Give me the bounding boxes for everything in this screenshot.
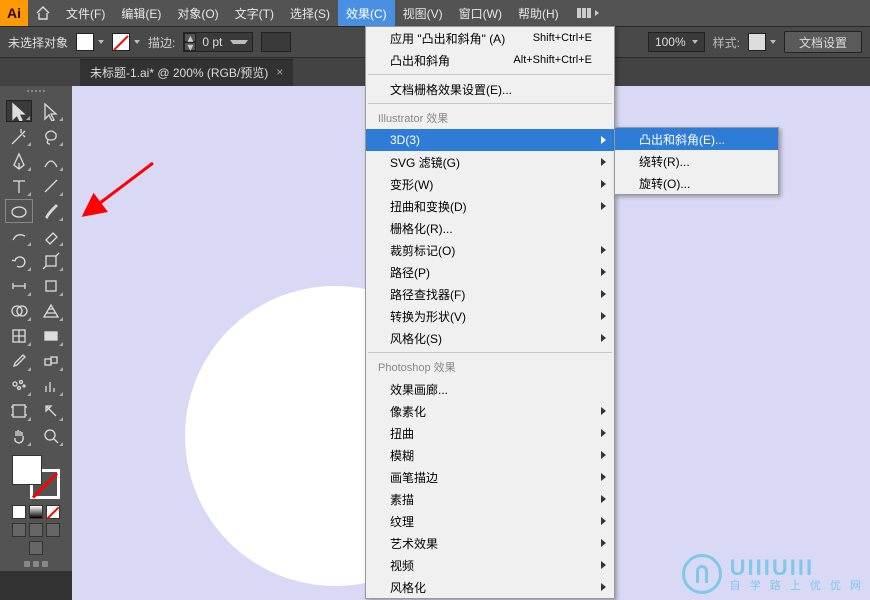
tool-panel <box>0 86 72 571</box>
free-transform-tool[interactable] <box>38 275 64 297</box>
artboard-tool[interactable] <box>6 400 32 422</box>
menu-item[interactable]: 模糊 <box>366 444 614 466</box>
menu-item[interactable]: 路径查找器(F) <box>366 283 614 305</box>
menu-item[interactable]: 画笔描边 <box>366 466 614 488</box>
menubar-item[interactable]: 窗口(W) <box>451 0 510 26</box>
menubar-item[interactable]: 效果(C) <box>338 0 395 26</box>
draw-inside-icon[interactable] <box>46 523 60 537</box>
stroke-label: 描边: <box>148 34 175 51</box>
ellipse-tool[interactable] <box>6 200 32 222</box>
menu-item[interactable]: 风格化 <box>366 576 614 598</box>
menu-item[interactable]: 纹理 <box>366 510 614 532</box>
eyedropper-tool[interactable] <box>6 350 32 372</box>
menu-item[interactable]: 风格化(S) <box>366 327 614 349</box>
menu-item[interactable]: 凸出和斜角(E)... <box>615 128 778 150</box>
zoom-input[interactable]: 100% <box>648 32 705 52</box>
home-icon[interactable] <box>28 0 58 26</box>
menu-item[interactable]: 视频 <box>366 554 614 576</box>
menu-item[interactable]: 素描 <box>366 488 614 510</box>
selection-tool[interactable] <box>6 100 32 122</box>
stroke-profile[interactable] <box>261 32 291 52</box>
gradient-tool[interactable] <box>38 325 64 347</box>
menu-item[interactable]: SVG 滤镜(G) <box>366 151 614 173</box>
menu-header-photoshop: Photoshop 效果 <box>366 356 614 378</box>
3d-submenu: 凸出和斜角(E)...绕转(R)...旋转(O)... <box>614 127 779 195</box>
shape-builder-tool[interactable] <box>6 300 32 322</box>
effects-menu: 应用 "凸出和斜角" (A)Shift+Ctrl+E凸出和斜角Alt+Shift… <box>365 26 615 599</box>
menubar-item[interactable]: 文件(F) <box>58 0 113 26</box>
menu-item[interactable]: 应用 "凸出和斜角" (A)Shift+Ctrl+E <box>366 27 614 49</box>
hand-tool[interactable] <box>6 425 32 447</box>
menu-item[interactable]: 路径(P) <box>366 261 614 283</box>
menu-item[interactable]: 旋转(O)... <box>615 172 778 194</box>
draw-behind-icon[interactable] <box>29 523 43 537</box>
menubar-item[interactable]: 对象(O) <box>169 0 226 26</box>
document-setup-button[interactable]: 文档设置 <box>784 31 862 53</box>
scale-tool[interactable] <box>38 250 64 272</box>
graphic-style-swatch[interactable] <box>748 33 776 51</box>
menu-item[interactable]: 艺术效果 <box>366 532 614 554</box>
perspective-grid-tool[interactable] <box>38 300 64 322</box>
symbol-sprayer-tool[interactable] <box>6 375 32 397</box>
shaper-tool[interactable] <box>6 225 32 247</box>
menu-item[interactable]: 变形(W) <box>366 173 614 195</box>
slice-tool[interactable] <box>38 400 64 422</box>
curvature-tool[interactable] <box>38 150 64 172</box>
none-mode-icon[interactable] <box>46 505 60 519</box>
menubar-item[interactable]: 视图(V) <box>395 0 451 26</box>
width-tool[interactable] <box>6 275 32 297</box>
stroke-weight-input[interactable]: ▴▾ 0 pt <box>183 32 253 52</box>
blend-tool[interactable] <box>38 350 64 372</box>
menubar-item[interactable]: 文字(T) <box>227 0 282 26</box>
color-mode-icon[interactable] <box>12 505 26 519</box>
lasso-tool[interactable] <box>38 125 64 147</box>
direct-selection-tool[interactable] <box>38 100 64 122</box>
gradient-mode-icon[interactable] <box>29 505 43 519</box>
screen-mode-icon[interactable] <box>29 541 43 555</box>
close-tab-icon[interactable]: × <box>276 65 283 79</box>
menu-header-illustrator: Illustrator 效果 <box>366 107 614 129</box>
workspace-switcher-icon[interactable] <box>577 8 599 18</box>
draw-normal-icon[interactable] <box>12 523 26 537</box>
document-tab[interactable]: 未标题-1.ai* @ 200% (RGB/预览) × <box>80 59 293 86</box>
watermark: UIIIUIII 自 学 路 上 优 优 网 <box>682 554 864 594</box>
type-tool[interactable] <box>6 175 32 197</box>
rotate-tool[interactable] <box>6 250 32 272</box>
app-logo: Ai <box>0 0 28 26</box>
fill-stroke-indicator[interactable] <box>10 453 62 501</box>
zoom-tool[interactable] <box>38 425 64 447</box>
paintbrush-tool[interactable] <box>38 200 64 222</box>
pen-tool[interactable] <box>6 150 32 172</box>
menu-item[interactable]: 栅格化(R)... <box>366 217 614 239</box>
selection-status: 未选择对象 <box>8 34 68 51</box>
document-tab-title: 未标题-1.ai* @ 200% (RGB/预览) <box>90 64 268 81</box>
menu-item[interactable]: 扭曲 <box>366 422 614 444</box>
menu-item[interactable]: 3D(3) <box>366 129 614 151</box>
menubar-item[interactable]: 编辑(E) <box>113 0 169 26</box>
mesh-tool[interactable] <box>6 325 32 347</box>
magic-wand-tool[interactable] <box>6 125 32 147</box>
menu-item[interactable]: 凸出和斜角Alt+Shift+Ctrl+E <box>366 49 614 71</box>
column-graph-tool[interactable] <box>38 375 64 397</box>
menu-item[interactable]: 裁剪标记(O) <box>366 239 614 261</box>
menu-item[interactable]: 扭曲和变换(D) <box>366 195 614 217</box>
annotation-arrow <box>88 158 158 218</box>
style-label: 样式: <box>713 34 740 51</box>
line-tool[interactable] <box>38 175 64 197</box>
menu-item[interactable]: 转换为形状(V) <box>366 305 614 327</box>
fill-color-icon[interactable] <box>12 455 42 485</box>
eraser-tool[interactable] <box>38 225 64 247</box>
menubar-item[interactable]: 帮助(H) <box>510 0 567 26</box>
stroke-swatch[interactable] <box>112 33 140 51</box>
fill-swatch[interactable] <box>76 33 104 51</box>
menu-item[interactable]: 绕转(R)... <box>615 150 778 172</box>
menubar: Ai 文件(F)编辑(E)对象(O)文字(T)选择(S)效果(C)视图(V)窗口… <box>0 0 870 26</box>
menu-item[interactable]: 效果画廊... <box>366 378 614 400</box>
menubar-item[interactable]: 选择(S) <box>282 0 338 26</box>
menu-item-doc-grid[interactable]: 文档栅格效果设置(E)... <box>366 78 614 100</box>
menu-item[interactable]: 像素化 <box>366 400 614 422</box>
watermark-logo-icon <box>682 554 722 594</box>
